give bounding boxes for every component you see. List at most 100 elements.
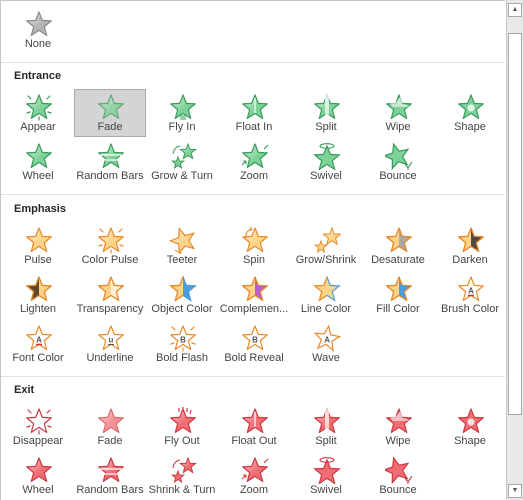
animation-label: Random Bars [76,484,144,496]
animation-emphasis-pulse[interactable]: Pulse [2,222,74,270]
animation-label: Zoom [239,170,269,182]
wipe-star-icon [385,407,413,435]
animation-gallery: None Entrance Appear Fade Fly In Float I… [0,0,505,500]
animation-exit-swivel[interactable]: Swivel [290,452,362,500]
svg-text:A: A [36,336,42,345]
font-color-star-icon: A [25,324,53,352]
animation-exit-fade[interactable]: Fade [74,403,146,451]
animation-entrance-swivel[interactable]: Swivel [290,138,362,186]
animation-emphasis-teeter[interactable]: Teeter [146,222,218,270]
random-bars-star-icon [97,456,125,484]
bounce-star-icon [382,456,413,485]
animation-entrance-fly-in[interactable]: Fly In [146,89,218,137]
animation-emphasis-spin[interactable]: Spin [218,222,290,270]
split-star-icon [313,407,341,435]
animation-entrance-bounce[interactable]: Bounce [362,138,434,186]
section-divider [1,194,505,195]
animation-label: Underline [86,352,134,364]
shape-star-icon [457,93,485,121]
animation-emphasis-complemen[interactable]: Complemen... [218,271,290,319]
animation-exit-split[interactable]: Split [290,403,362,451]
vertical-scrollbar[interactable]: ▲ ▼ [506,0,523,500]
shrink-turn-star-icon [169,456,197,484]
animation-entrance-split[interactable]: Split [290,89,362,137]
animation-label: Bounce [379,484,417,496]
animation-emphasis-object-color[interactable]: Object Color [146,271,218,319]
animation-label: Line Color [300,303,352,315]
wheel-star-icon [25,142,53,170]
animation-emphasis-desaturate[interactable]: Desaturate [362,222,434,270]
svg-text:A: A [468,287,474,296]
animation-emphasis-wave[interactable]: A Wave [290,320,362,368]
animation-exit-shrink-turn[interactable]: Shrink & Turn [146,452,218,500]
appear-star-icon [25,93,53,121]
animation-label: Disappear [12,435,64,447]
animation-emphasis-brush-color[interactable]: A Brush Color [434,271,505,319]
animation-label: Bold Flash [156,352,208,364]
animation-emphasis-underline[interactable]: u Underline [74,320,146,368]
animation-entrance-fade[interactable]: Fade [74,89,146,137]
animation-none[interactable]: None [2,6,74,54]
animation-emphasis-lighten[interactable]: Lighten [2,271,74,319]
animation-exit-random-bars[interactable]: Random Bars [74,452,146,500]
animation-entrance-appear[interactable]: Appear [2,89,74,137]
scrollbar-thumb[interactable] [508,33,522,415]
section-divider [1,62,505,63]
bounce-star-icon [382,142,413,171]
animation-entrance-wipe[interactable]: Wipe [362,89,434,137]
random-bars-star-icon [97,142,125,170]
animation-emphasis-bold-flash[interactable]: B Bold Flash [146,320,218,368]
animation-emphasis-line-color[interactable]: Line Color [290,271,362,319]
brush-color-star-icon: A [457,275,485,303]
float-in-star-icon [241,93,269,121]
fade-star-icon [97,93,125,121]
animation-exit-zoom[interactable]: Zoom [218,452,290,500]
scroll-down-button[interactable]: ▼ [508,484,522,498]
lighten-star-icon [25,275,53,303]
animation-label: Fade [97,121,123,133]
arrow-down-icon: ▼ [511,487,519,494]
animation-emphasis-color-pulse[interactable]: Color Pulse [74,222,146,270]
animation-exit-bounce[interactable]: Bounce [362,452,434,500]
animation-entrance-random-bars[interactable]: Random Bars [74,138,146,186]
grow-turn-star-icon [169,142,197,170]
animation-entrance-wheel[interactable]: Wheel [2,138,74,186]
shape-star-icon [457,407,485,435]
animation-emphasis-grow-shrink[interactable]: Grow/Shrink [290,222,362,270]
scroll-up-button[interactable]: ▲ [508,3,522,17]
animation-entrance-grow-turn[interactable]: Grow & Turn [146,138,218,186]
animation-label: Desaturate [371,254,425,266]
animation-label: Split [315,121,337,133]
animation-label: Object Color [151,303,213,315]
animation-exit-fly-out[interactable]: Fly Out [146,403,218,451]
animation-exit-float-out[interactable]: Float Out [218,403,290,451]
animation-label: Complemen... [219,303,289,315]
animation-label: Wipe [385,435,411,447]
animation-label: Font Color [12,352,64,364]
animation-entrance-zoom[interactable]: Zoom [218,138,290,186]
animation-emphasis-fill-color[interactable]: Fill Color [362,271,434,319]
zoom-star-icon [241,142,269,170]
bold-flash-star-icon: B [169,324,197,352]
animation-emphasis-transparency[interactable]: Transparency [74,271,146,319]
animation-emphasis-bold-reveal[interactable]: B Bold Reveal [218,320,290,368]
animation-exit-shape[interactable]: Shape [434,403,505,451]
animation-label: Color Pulse [81,254,139,266]
disappear-star-icon [25,407,53,435]
pulse-star-icon [24,225,54,254]
teeter-star-icon [168,226,197,255]
complementary-color-star-icon [241,275,269,303]
line-color-star-icon [313,275,341,303]
animation-entrance-shape[interactable]: Shape [434,89,505,137]
animation-exit-wheel[interactable]: Wheel [2,452,74,500]
animation-emphasis-font-color[interactable]: A Font Color [2,320,74,368]
fade-star-icon [97,407,125,435]
animation-label: Swivel [310,484,342,496]
animation-exit-wipe[interactable]: Wipe [362,403,434,451]
svg-text:B: B [180,336,186,345]
wheel-star-icon [25,456,53,484]
animation-entrance-float-in[interactable]: Float In [218,89,290,137]
animation-label: Appear [20,121,56,133]
animation-emphasis-darken[interactable]: Darken [434,222,505,270]
animation-exit-disappear[interactable]: Disappear [2,403,74,451]
